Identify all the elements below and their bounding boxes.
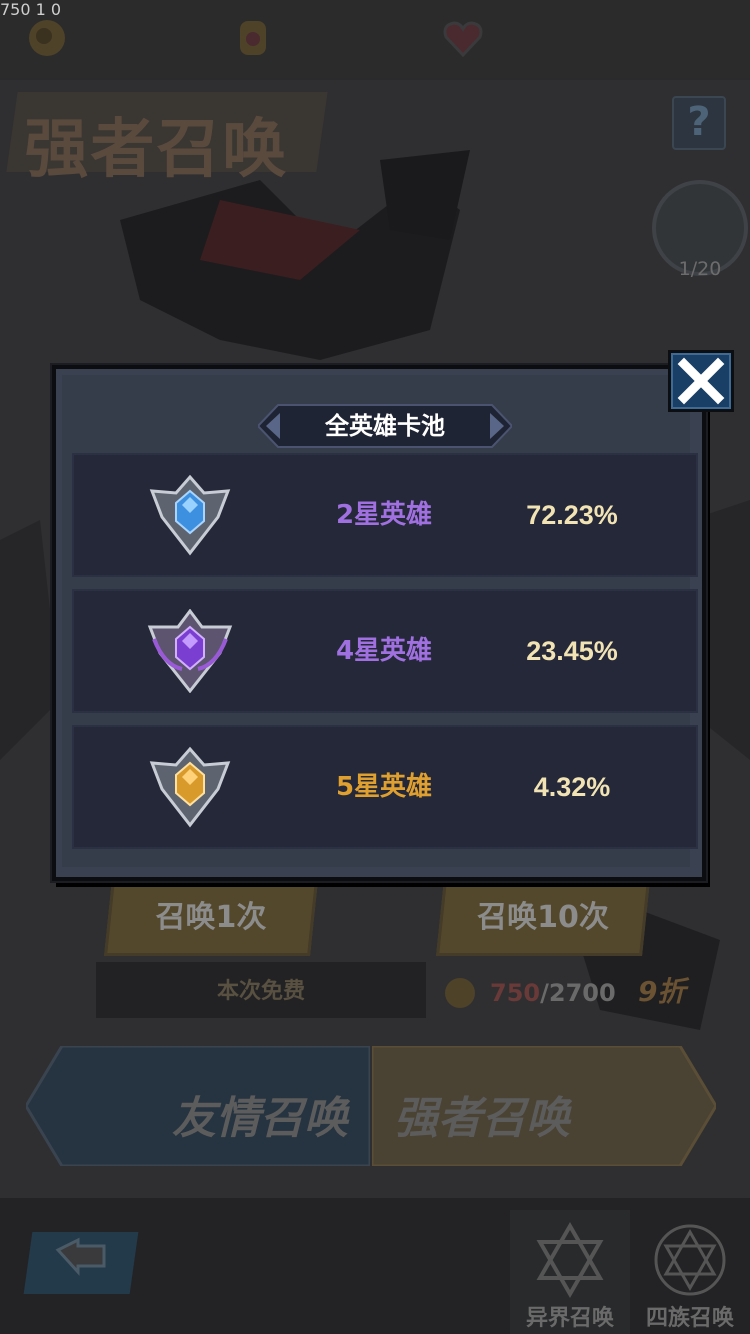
- pool-row-name: 2星英雄: [335, 500, 433, 530]
- pool-row-5star: 5星英雄 4.32%: [72, 725, 698, 849]
- pool-row-percent: 72.23%: [526, 500, 618, 530]
- modal-header: 全英雄卡池: [258, 403, 512, 449]
- hero-pool-modal: 全英雄卡池 2星英雄 72.23% 4星英雄 23.45% 5星英雄 4.32%: [52, 365, 706, 881]
- pool-row-2star: 2星英雄 72.23%: [72, 453, 698, 577]
- pool-row-name: 5星英雄: [335, 772, 433, 802]
- pool-row-name: 4星英雄: [335, 636, 433, 666]
- close-icon: [668, 350, 734, 412]
- modal-title: 全英雄卡池: [325, 412, 445, 440]
- blue-gem-emblem-icon: [149, 474, 231, 556]
- pool-row-percent: 23.45%: [526, 636, 618, 666]
- close-button[interactable]: [666, 348, 736, 414]
- gold-gem-emblem-icon: [149, 746, 231, 828]
- pool-row-4star: 4星英雄 23.45%: [72, 589, 698, 713]
- purple-gem-emblem-icon: [147, 609, 233, 693]
- modal-body: 全英雄卡池 2星英雄 72.23% 4星英雄 23.45% 5星英雄 4.32%: [62, 375, 698, 867]
- pool-row-percent: 4.32%: [533, 772, 611, 802]
